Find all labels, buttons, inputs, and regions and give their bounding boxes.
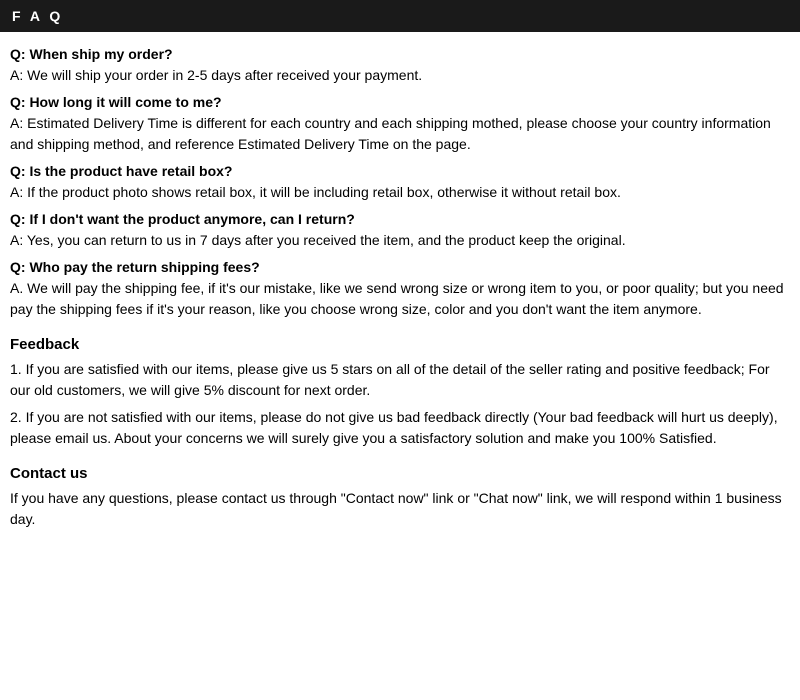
question-3: Q: Is the product have retail box? <box>10 163 790 179</box>
question-1: Q: When ship my order? <box>10 46 790 62</box>
qa-item-5: Q: Who pay the return shipping fees? A. … <box>10 259 790 320</box>
header-title: F A Q <box>12 8 63 24</box>
qa-item-1: Q: When ship my order? A: We will ship y… <box>10 46 790 86</box>
answer-1: A: We will ship your order in 2-5 days a… <box>10 65 790 86</box>
contact-section: Contact us If you have any questions, pl… <box>10 465 790 530</box>
answer-4: A: Yes, you can return to us in 7 days a… <box>10 230 790 251</box>
feedback-item-1: 1. If you are satisfied with our items, … <box>10 359 790 401</box>
answer-5: A. We will pay the shipping fee, if it's… <box>10 278 790 320</box>
main-content: Q: When ship my order? A: We will ship y… <box>0 42 800 534</box>
faq-section: Q: When ship my order? A: We will ship y… <box>10 46 790 320</box>
faq-header: F A Q <box>0 0 800 32</box>
qa-item-4: Q: If I don't want the product anymore, … <box>10 211 790 251</box>
qa-item-2: Q: How long it will come to me? A: Estim… <box>10 94 790 155</box>
question-2: Q: How long it will come to me? <box>10 94 790 110</box>
answer-3: A: If the product photo shows retail box… <box>10 182 790 203</box>
contact-text: If you have any questions, please contac… <box>10 488 790 530</box>
feedback-item-2: 2. If you are not satisfied with our ite… <box>10 407 790 449</box>
feedback-title: Feedback <box>10 336 790 353</box>
contact-title: Contact us <box>10 465 790 482</box>
answer-2: A: Estimated Delivery Time is different … <box>10 113 790 155</box>
qa-item-3: Q: Is the product have retail box? A: If… <box>10 163 790 203</box>
feedback-section: Feedback 1. If you are satisfied with ou… <box>10 336 790 449</box>
question-5: Q: Who pay the return shipping fees? <box>10 259 790 275</box>
question-4: Q: If I don't want the product anymore, … <box>10 211 790 227</box>
